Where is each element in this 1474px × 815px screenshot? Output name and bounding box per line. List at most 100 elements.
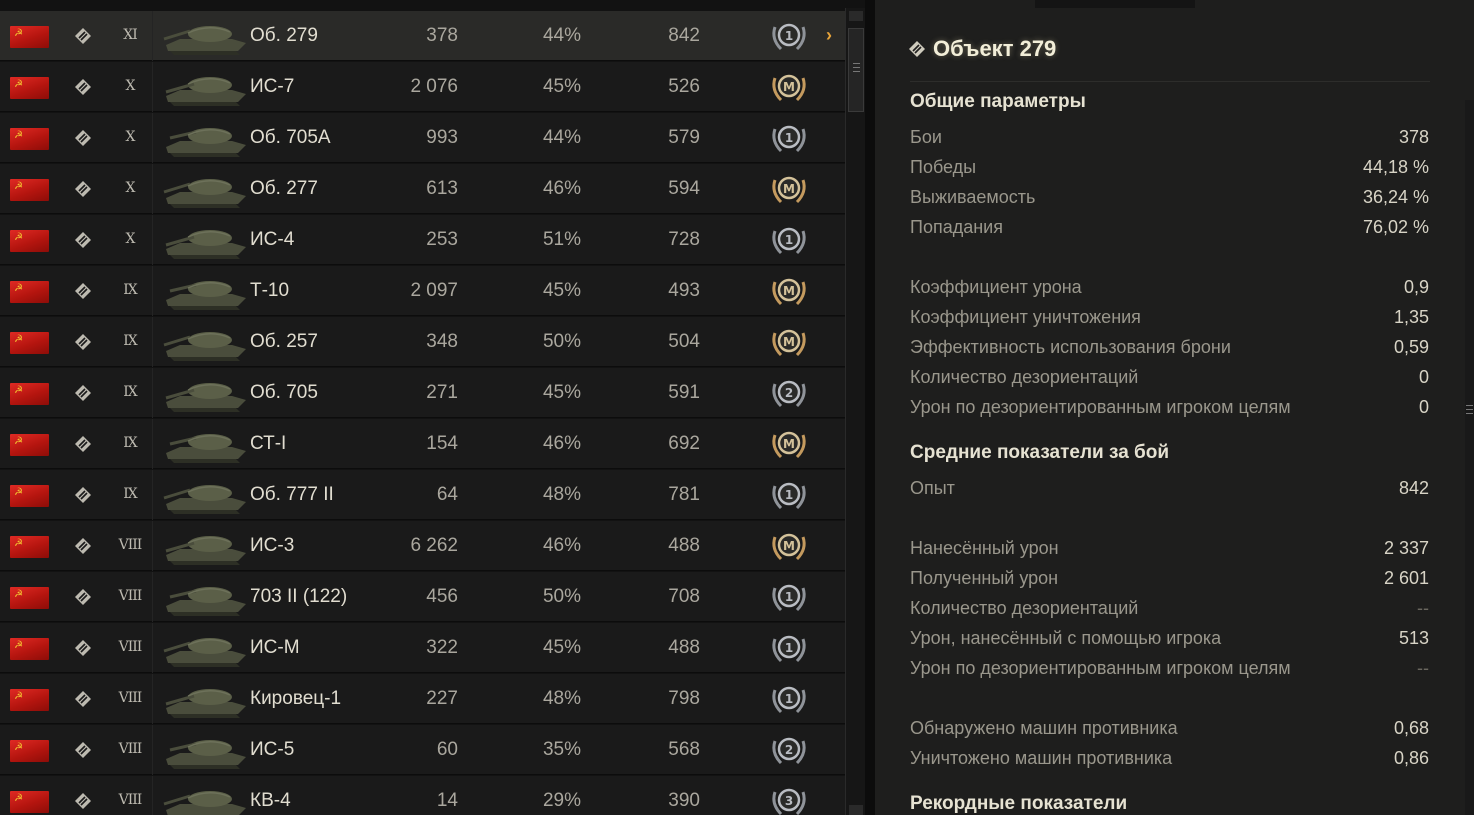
vehicle-tier: X [125,78,136,94]
stat-row: Опыт 842 [910,478,1429,502]
ussr-flag-icon: ☭ [10,128,49,150]
tank-image [160,425,250,465]
vehicle-tier: X [125,129,136,145]
vehicle-battles: 154 [426,433,458,454]
ussr-flag-icon: ☭ [10,281,49,303]
row-separator [152,470,153,520]
ussr-flag-icon: ☭ [10,536,49,558]
vehicle-winrate: 45% [542,280,581,301]
vehicle-row[interactable]: ☭ IX Т-10 2 097 45% 493 M [0,266,845,316]
vehicle-winrate: 46% [542,433,581,454]
svg-text:1: 1 [785,488,793,502]
stat-row: Количество дезориентаций -- [910,598,1429,622]
vehicle-avg-exp: 526 [668,76,700,97]
stat-value: 0,68 [1393,718,1429,738]
mastery-badge-icon: M [769,325,809,359]
vehicle-avg-exp: 591 [668,382,700,403]
vehicle-battles: 253 [426,229,458,250]
heavy-tank-class-icon [75,487,91,503]
scroll-up-button[interactable] [849,11,863,21]
row-separator [152,419,153,469]
title-divider [910,81,1430,82]
heavy-tank-class-icon [75,589,91,605]
tank-image [160,578,250,618]
vehicle-avg-exp: 692 [668,433,700,454]
vehicle-name: Кировец-1 [250,688,342,709]
stat-row: Коэффициент урона 0,9 [910,277,1429,301]
row-separator [152,62,153,112]
vehicle-name: Об. 705 [250,382,318,403]
heavy-tank-class-icon [75,436,91,452]
vehicle-battles: 60 [436,739,458,760]
scrollbar-thumb[interactable] [848,28,864,112]
vehicle-battles: 227 [426,688,458,709]
vehicle-winrate: 50% [542,586,581,607]
detail-scrollbar[interactable] [1465,100,1474,815]
mastery-badge-icon: 1 [769,223,809,257]
vehicle-row[interactable]: ☭ X ИС-4 253 51% 728 1 [0,215,845,265]
heavy-tank-class-icon [75,793,91,809]
vehicle-row[interactable]: ☭ X Об. 277 613 46% 594 M [0,164,845,214]
vehicle-tier: IX [123,486,138,502]
svg-text:M: M [783,335,795,349]
vehicle-row[interactable]: ☭ X Об. 705А 993 44% 579 1 [0,113,845,163]
vehicle-name: ИС-5 [250,739,295,760]
vehicle-row[interactable]: ☭ VIII 703 II (122) 456 50% 708 1 [0,572,845,622]
stat-value: 2 601 [1383,568,1429,588]
heavy-tank-class-icon [75,130,91,146]
vehicle-row[interactable]: ☭ IX Об. 777 II 64 48% 781 1 [0,470,845,520]
heavy-tank-class-icon [75,334,91,350]
stat-value: 36,24 % [1362,187,1429,207]
tank-image [160,629,250,669]
stat-row: Количество дезориентаций 0 [910,367,1429,391]
vehicle-avg-exp: 504 [668,331,700,352]
stat-value: 2 337 [1383,538,1429,558]
stat-row: Попадания 76,02 % [910,217,1429,241]
stat-value: 378 [1398,127,1429,147]
vehicle-list: ☭ XI Об. 279 378 44% 842 1 › ☭ X ИС-7 2 … [0,8,845,815]
vehicle-avg-exp: 493 [668,280,700,301]
vehicle-battles: 6 262 [410,535,458,556]
vehicle-battles: 348 [426,331,458,352]
vehicle-name: Об. 257 [250,331,318,352]
scroll-down-button[interactable] [849,805,863,815]
vehicle-row[interactable]: ☭ IX СТ-I 154 46% 692 M [0,419,845,469]
panel-divider [865,0,875,815]
vehicle-row[interactable]: ☭ IX Об. 257 348 50% 504 M [0,317,845,367]
ussr-flag-icon: ☭ [10,740,49,762]
mastery-badge-icon: 1 [769,121,809,155]
tank-image [160,17,250,57]
vehicle-row[interactable]: ☭ VIII КВ-4 14 29% 390 3 [0,776,845,815]
vehicle-battles: 2 097 [410,280,458,301]
ussr-flag-icon: ☭ [10,383,49,405]
vehicle-name: КВ-4 [250,790,291,811]
vehicle-row[interactable]: ☭ VIII Кировец-1 227 48% 798 1 [0,674,845,724]
heavy-tank-class-icon [75,538,91,554]
row-separator [152,266,153,316]
vehicle-tier: IX [123,384,138,400]
stat-value: 0 [1418,397,1429,417]
vehicle-row[interactable]: ☭ VIII ИС-5 60 35% 568 2 [0,725,845,775]
vehicle-list-scrollbar[interactable] [845,8,865,815]
stat-row: Нанесённый урон 2 337 [910,538,1429,562]
row-separator [152,317,153,367]
stat-row: Полученный урон 2 601 [910,568,1429,592]
stat-value: 44,18 % [1362,157,1429,177]
vehicle-row[interactable]: ☭ XI Об. 279 378 44% 842 1 › [0,11,845,61]
vehicle-name: Об. 279 [250,25,318,46]
ussr-flag-icon: ☭ [10,791,49,813]
stat-row: Коэффициент уничтожения 1,35 [910,307,1429,331]
vehicle-battles: 378 [426,25,458,46]
ussr-flag-icon: ☭ [10,26,49,48]
stat-label: Бои [910,127,942,147]
vehicle-row[interactable]: ☭ X ИС-7 2 076 45% 526 M [0,62,845,112]
stat-row: Эффективность использования брони 0,59 [910,337,1429,361]
vehicle-row[interactable]: ☭ VIII ИС-3 6 262 46% 488 M [0,521,845,571]
heavy-tank-class-icon [75,640,91,656]
stat-row: Урон, нанесённый с помощью игрока 513 [910,628,1429,652]
vehicle-row[interactable]: ☭ IX Об. 705 271 45% 591 2 [0,368,845,418]
vehicle-tier: VIII [118,690,143,706]
vehicle-tier: IX [123,282,138,298]
heavy-tank-class-icon [75,283,91,299]
vehicle-row[interactable]: ☭ VIII ИС-М 322 45% 488 1 [0,623,845,673]
